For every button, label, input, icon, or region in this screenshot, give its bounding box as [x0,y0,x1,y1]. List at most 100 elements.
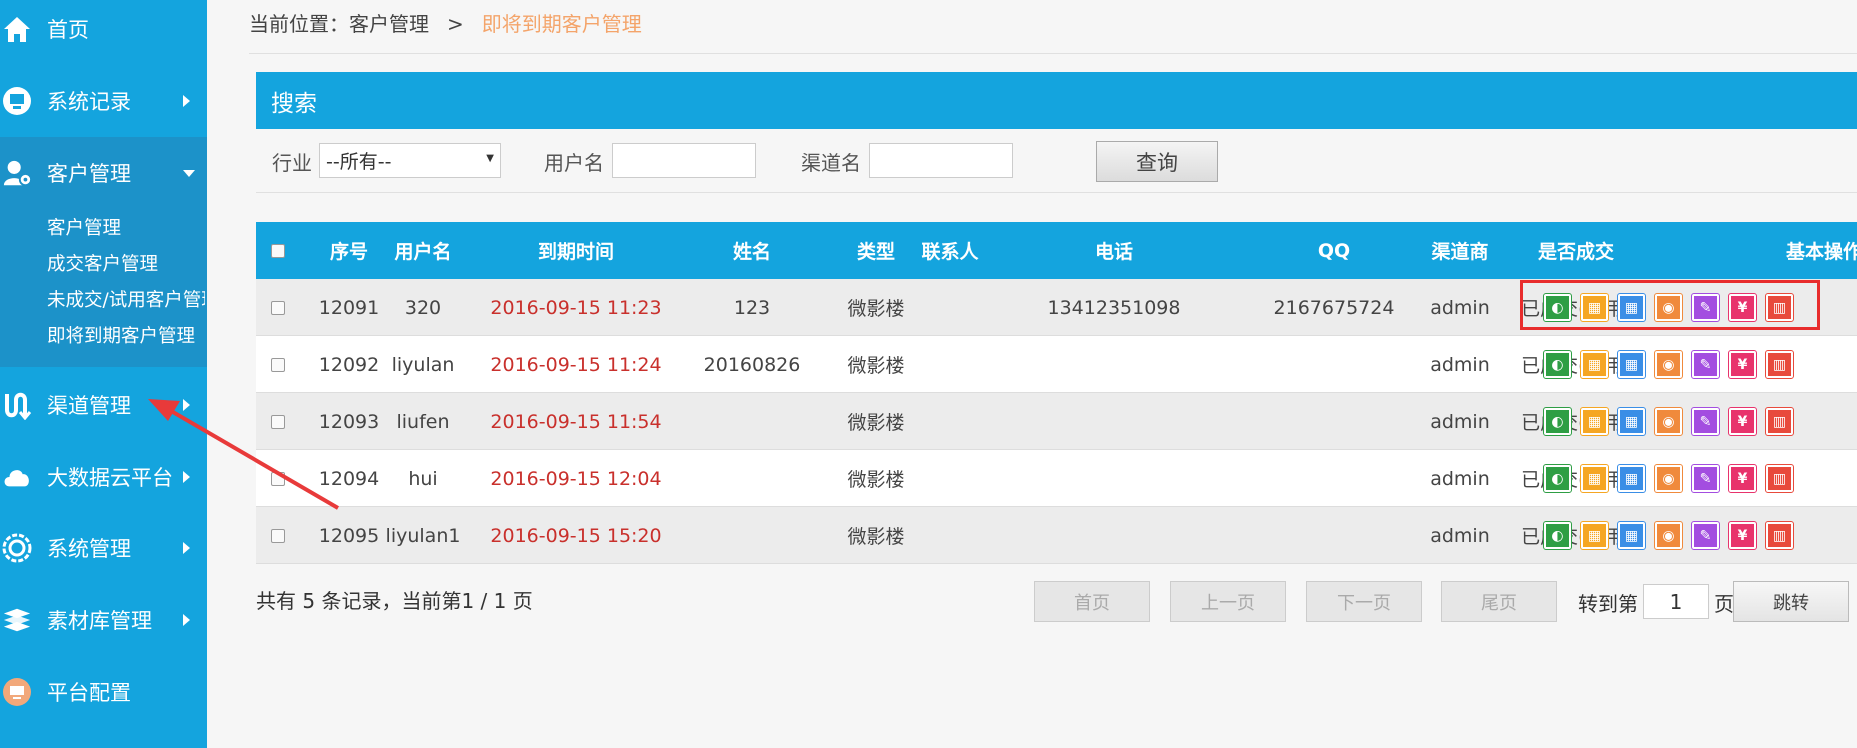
yen-icon[interactable]: ¥ [1728,407,1757,436]
chevron-right-icon [183,399,190,411]
header-name: 姓名 [732,241,771,263]
cell-username: liyulan1 [385,524,461,547]
cell-name [680,393,824,450]
row-checkbox[interactable] [271,357,285,372]
search-panel-header: 搜索 [256,72,1857,129]
cell-channel: admin [1430,410,1490,433]
submenu-item-trial-customers[interactable]: 未成交/试用客户管理 [47,286,205,312]
edit-icon[interactable]: ✎ [1691,407,1720,436]
sidebar-item-platform-config[interactable]: 平台配置 [0,667,207,717]
select-all-cell [256,222,300,279]
cell-contact [884,507,1016,564]
sidebar-item-big-data-cloud[interactable]: 大数据云平台 [0,452,207,502]
search-title: 搜索 [271,90,317,117]
row-checkbox-cell [256,336,300,393]
gear-icon [2,533,32,563]
jump-button[interactable]: 跳转 [1733,581,1849,622]
sidebar-item-label: 系统记录 [47,90,131,114]
row-checkbox[interactable] [271,528,285,543]
trash-icon[interactable]: ▥ [1765,464,1794,493]
sidebar-item-label: 平台配置 [47,681,131,705]
header-deal: 是否成交 [1537,241,1614,263]
select-all-checkbox[interactable] [271,243,285,258]
goto-page-input[interactable]: 1 [1643,584,1709,619]
edit-icon[interactable]: ✎ [1691,521,1720,550]
cell-phone [1016,450,1212,507]
trash-icon[interactable]: ▥ [1765,407,1794,436]
sidebar-item-material-library[interactable]: 素材库管理 [0,595,207,645]
first-page-button[interactable]: 首页 [1034,581,1150,622]
username-input[interactable] [612,143,756,178]
cell-qq [1268,450,1400,507]
eye-icon[interactable]: ◉ [1654,350,1683,379]
query-button[interactable]: 查询 [1096,141,1218,182]
industry-label: 行业 [272,151,312,175]
header-contact: 联系人 [921,241,979,263]
film-icon[interactable]: ▦ [1580,521,1609,550]
toggle-icon[interactable]: ◐ [1543,521,1572,550]
row-checkbox-cell [256,393,300,450]
record-summary: 共有 5 条记录，当前第1 / 1 页 [256,589,533,613]
cell-name: 123 [733,296,771,319]
row-checkbox[interactable] [271,471,285,486]
cell-expire: 2016-09-15 11:24 [490,353,662,376]
trash-icon[interactable]: ▥ [1765,350,1794,379]
edit-icon[interactable]: ✎ [1691,464,1720,493]
search-form: 行业 --所有-- ▼ 用户名 渠道名 查询 [256,129,1857,192]
cell-contact [884,393,1016,450]
breadcrumb-current[interactable]: 即将到期客户管理 [482,12,642,36]
chevron-right-icon [183,542,190,554]
chevron-right-icon [183,471,190,483]
row-operations: ◐ ▦ ▦ ◉ ✎ ¥ ▥ [1543,393,1803,450]
eye-icon[interactable]: ◉ [1654,407,1683,436]
sidebar-item-channel-management[interactable]: 渠道管理 [0,380,207,430]
header-expire: 到期时间 [537,241,614,263]
cell-channel: admin [1430,524,1490,547]
eye-icon[interactable]: ◉ [1654,464,1683,493]
sidebar-item-system-management[interactable]: 系统管理 [0,523,207,573]
last-page-button[interactable]: 尾页 [1441,581,1557,622]
trash-icon[interactable]: ▥ [1765,521,1794,550]
home-icon [2,14,32,44]
industry-select[interactable]: --所有-- ▼ [319,143,501,178]
header-channel: 渠道商 [1431,241,1489,263]
cell-username: liufen [396,410,450,433]
sidebar-item-system-records[interactable]: 系统记录 [0,76,207,126]
cell-channel: admin [1430,353,1490,376]
submenu-item-closed-customers[interactable]: 成交客户管理 [47,250,205,276]
sidebar-item-customer-management[interactable]: 客户管理 [0,148,207,198]
table-row: 12093 liufen 2016-09-15 11:54 微影楼 admin 已成交(试… [256,393,1857,450]
toggle-icon[interactable]: ◐ [1543,464,1572,493]
toggle-icon[interactable]: ◐ [1543,407,1572,436]
row-checkbox[interactable] [271,300,285,315]
row-checkbox-cell [256,279,300,336]
edit-icon[interactable]: ✎ [1691,350,1720,379]
grid-icon[interactable]: ▦ [1617,350,1646,379]
header-phone: 电话 [1094,241,1133,263]
row-checkbox-cell [256,450,300,507]
row-checkbox[interactable] [271,414,285,429]
grid-icon[interactable]: ▦ [1617,407,1646,436]
prev-page-button[interactable]: 上一页 [1170,581,1286,622]
next-page-button[interactable]: 下一页 [1306,581,1422,622]
header-qq: QQ [1317,239,1351,262]
submenu-item-expiring-customers[interactable]: 即将到期客户管理 [47,322,205,348]
cell-username: 320 [404,296,442,319]
monitor-icon [2,86,32,116]
grid-icon[interactable]: ▦ [1617,464,1646,493]
channel-input[interactable] [869,143,1013,178]
toggle-icon[interactable]: ◐ [1543,350,1572,379]
cell-qq [1268,507,1400,564]
yen-icon[interactable]: ¥ [1728,521,1757,550]
film-icon[interactable]: ▦ [1580,350,1609,379]
cell-name [680,507,824,564]
sidebar-item-home[interactable]: 首页 [0,4,207,54]
eye-icon[interactable]: ◉ [1654,521,1683,550]
film-icon[interactable]: ▦ [1580,407,1609,436]
table-row: 12094 hui 2016-09-15 12:04 微影楼 admin 已成交(试用) ◐… [256,450,1857,507]
grid-icon[interactable]: ▦ [1617,521,1646,550]
yen-icon[interactable]: ¥ [1728,464,1757,493]
submenu-item-customers[interactable]: 客户管理 [47,214,205,240]
film-icon[interactable]: ▦ [1580,464,1609,493]
yen-icon[interactable]: ¥ [1728,350,1757,379]
